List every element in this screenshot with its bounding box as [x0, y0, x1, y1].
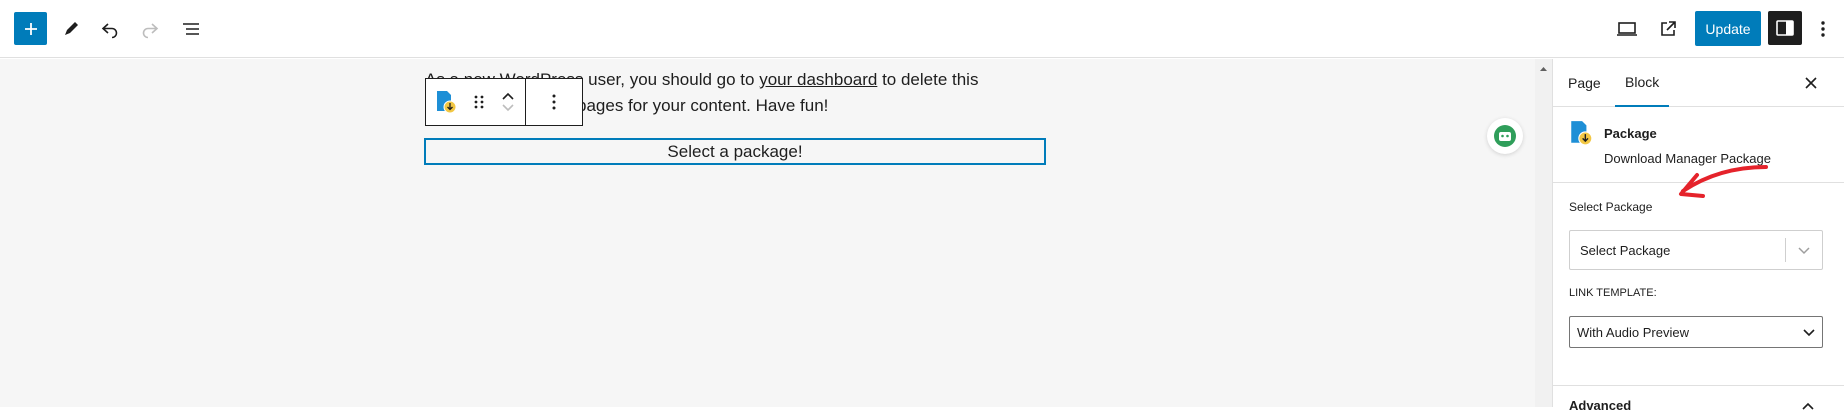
- list-view-icon: [183, 23, 199, 35]
- kebab-icon: [552, 94, 556, 110]
- block-title: Package: [1604, 126, 1657, 141]
- scroll-up-arrow-icon[interactable]: [1535, 63, 1552, 75]
- kebab-icon: [1821, 21, 1825, 37]
- view-page-button[interactable]: [1655, 16, 1681, 42]
- document-overview-button[interactable]: [178, 16, 204, 42]
- package-placeholder-text: Select a package!: [667, 141, 803, 161]
- advanced-panel-header[interactable]: Advanced: [1553, 385, 1844, 415]
- select-package-label: Select Package: [1569, 200, 1653, 214]
- close-icon: [1805, 76, 1817, 89]
- undo-button[interactable]: [97, 16, 123, 42]
- package-block-icon: [1571, 121, 1593, 146]
- add-block-button[interactable]: [14, 12, 47, 45]
- redo-icon: [142, 23, 159, 39]
- chevron-down-icon[interactable]: [501, 102, 515, 114]
- advanced-panel-title: Advanced: [1569, 398, 1632, 413]
- move-buttons: [492, 79, 526, 125]
- update-button[interactable]: Update: [1695, 11, 1761, 46]
- tools-button[interactable]: [58, 16, 84, 42]
- sidebar-tabs: Page Block: [1553, 59, 1844, 107]
- assistant-widget[interactable]: [1487, 118, 1523, 154]
- robot-icon: [1494, 125, 1516, 147]
- chevron-up-icon: [1802, 402, 1814, 410]
- dashboard-link[interactable]: your dashboard: [759, 70, 877, 89]
- block-options-button[interactable]: [525, 79, 582, 125]
- link-template-value: With Audio Preview: [1577, 324, 1689, 340]
- undo-icon: [101, 23, 118, 39]
- sidebar-icon: [1776, 20, 1794, 36]
- annotation-arrow: [1679, 165, 1768, 198]
- link-template-select[interactable]: With Audio Preview: [1569, 316, 1823, 348]
- external-link-icon: [1661, 21, 1676, 36]
- canvas-scrollbar[interactable]: [1535, 59, 1552, 407]
- block-type-button[interactable]: [426, 79, 466, 125]
- paragraph-text: to delete this: [877, 70, 979, 89]
- close-sidebar-button[interactable]: [1798, 59, 1824, 106]
- options-button[interactable]: [1810, 16, 1836, 42]
- settings-sidebar: Page Block Package Download Manager Pack…: [1552, 59, 1844, 413]
- editor-header: Update: [0, 0, 1844, 58]
- settings-button[interactable]: [1768, 11, 1802, 45]
- pencil-icon: [65, 22, 78, 35]
- preview-button[interactable]: [1614, 16, 1640, 42]
- drag-icon: [474, 95, 484, 109]
- tab-block[interactable]: Block: [1615, 59, 1670, 107]
- drag-handle[interactable]: [466, 79, 492, 125]
- dropdown-toggle[interactable]: [1786, 245, 1822, 255]
- paragraph-line-2: w pages for your content. Have fun!: [560, 96, 829, 115]
- redo-button[interactable]: [137, 16, 163, 42]
- block-toolbar: [425, 78, 583, 126]
- tab-page[interactable]: Page: [1568, 59, 1601, 106]
- link-template-label: LINK TEMPLATE:: [1569, 287, 1657, 299]
- select-package-dropdown[interactable]: Select Package: [1569, 230, 1823, 270]
- package-block-icon: [436, 91, 457, 114]
- chevron-up-icon[interactable]: [501, 90, 515, 102]
- select-package-value: Select Package: [1580, 242, 1671, 258]
- plus-icon: [24, 22, 37, 35]
- chevron-down-icon: [1798, 247, 1810, 255]
- desktop-icon: [1617, 22, 1637, 36]
- package-block[interactable]: Select a package!: [424, 138, 1046, 165]
- chevron-down-icon: [1803, 329, 1815, 337]
